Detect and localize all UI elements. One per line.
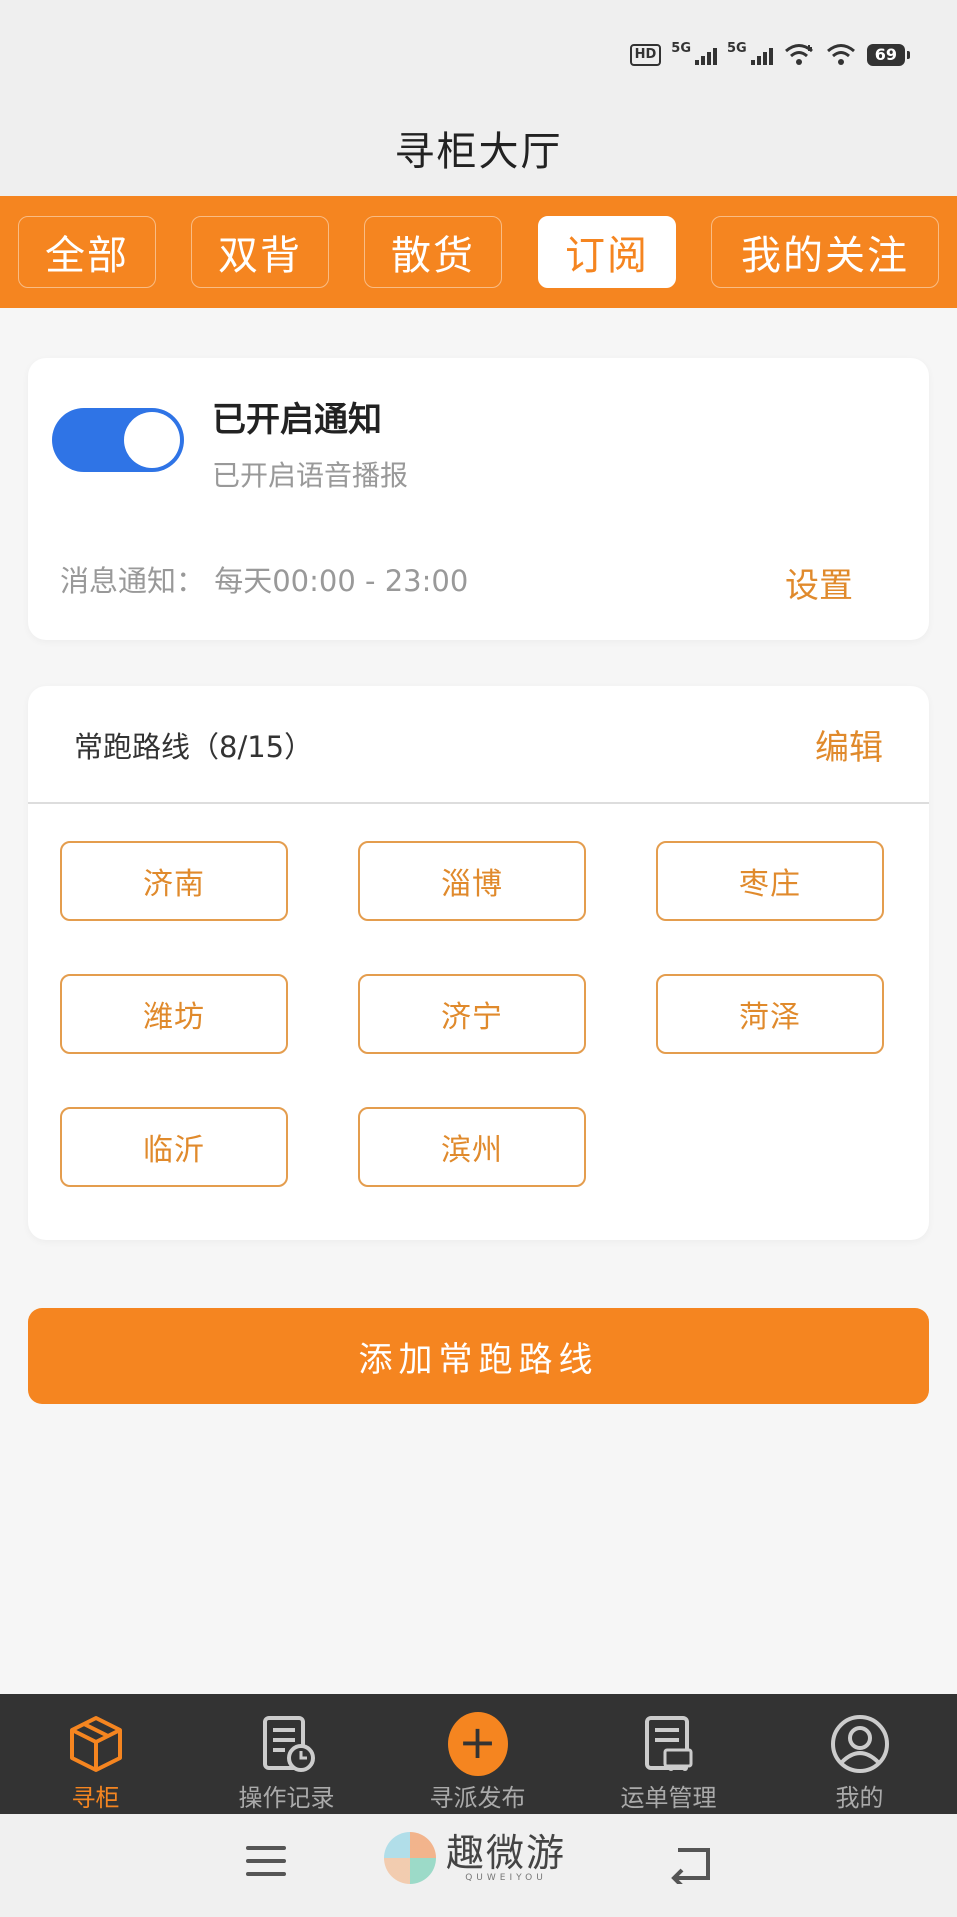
status-bar: HD 5G 5G 69 bbox=[0, 0, 957, 100]
settings-button[interactable]: 设置 bbox=[785, 558, 853, 607]
notification-card: 已开启通知 已开启语音播报 消息通知： 每天00:00 - 23:00 设置 bbox=[28, 358, 929, 640]
network-type-2: 5G bbox=[727, 40, 747, 56]
signal-icon bbox=[695, 45, 718, 65]
watermark: 趣微游 QUWEIYOU bbox=[384, 1832, 566, 1884]
tab-double-back[interactable]: 双背 bbox=[191, 216, 329, 288]
nav-item-mine[interactable]: 我的 bbox=[764, 1694, 955, 1814]
system-nav-bar: 趣微游 QUWEIYOU bbox=[0, 1814, 957, 1917]
tab-bulk[interactable]: 散货 bbox=[364, 216, 502, 288]
notification-title: 已开启通知 bbox=[212, 400, 382, 440]
route-chip[interactable]: 潍坊 bbox=[60, 974, 288, 1054]
waybill-icon bbox=[639, 1714, 699, 1774]
notification-time-range: 每天00:00 - 23:00 bbox=[214, 564, 469, 598]
divider bbox=[28, 802, 929, 804]
notification-time-label: 消息通知： bbox=[60, 564, 206, 598]
route-chip[interactable]: 淄博 bbox=[358, 841, 586, 921]
menu-icon[interactable] bbox=[246, 1846, 286, 1878]
notification-time: 消息通知： 每天00:00 - 23:00 bbox=[60, 558, 468, 600]
plus-icon: + bbox=[447, 1712, 508, 1776]
nav-item-find-container[interactable]: 寻柜 bbox=[0, 1694, 191, 1814]
nav-label: 运单管理 bbox=[620, 1784, 717, 1812]
routes-card: 常跑路线（8/15） 编辑 济南 淄博 枣庄 潍坊 济宁 菏泽 临沂 滨州 bbox=[28, 686, 929, 1240]
route-chip[interactable]: 济宁 bbox=[358, 974, 586, 1054]
network-type-1: 5G bbox=[671, 40, 692, 56]
signal-icon-2 bbox=[750, 45, 773, 65]
nav-label: 操作记录 bbox=[238, 1784, 335, 1812]
nav-item-publish[interactable]: + 寻派发布 bbox=[382, 1694, 573, 1814]
nav-label: 我的 bbox=[835, 1784, 884, 1812]
watermark-logo-icon bbox=[384, 1832, 436, 1884]
wifi-icon bbox=[826, 44, 855, 65]
bottom-nav: 寻柜 操作记录 + 寻派发布 运单管理 我的 bbox=[0, 1694, 957, 1814]
watermark-text: 趣微游 bbox=[446, 1831, 567, 1875]
box-icon bbox=[66, 1714, 126, 1774]
edit-routes-button[interactable]: 编辑 bbox=[815, 720, 883, 769]
add-route-button[interactable]: 添加常跑路线 bbox=[28, 1308, 929, 1404]
tab-subscribe[interactable]: 订阅 bbox=[538, 216, 676, 288]
filter-tabs: 全部 双背 散货 订阅 我的关注 bbox=[0, 196, 957, 308]
route-chip[interactable]: 临沂 bbox=[60, 1107, 288, 1187]
hd-badge: HD bbox=[629, 44, 662, 66]
nav-item-waybill[interactable]: 运单管理 bbox=[573, 1694, 764, 1814]
page-title: 寻柜大厅 bbox=[394, 129, 563, 175]
routes-header: 常跑路线（8/15） bbox=[74, 730, 314, 764]
route-chip[interactable]: 滨州 bbox=[358, 1107, 586, 1187]
nav-item-records[interactable]: 操作记录 bbox=[191, 1694, 382, 1814]
wifi-hotspot-icon bbox=[784, 44, 813, 65]
tab-my-follow[interactable]: 我的关注 bbox=[711, 216, 939, 288]
back-icon[interactable] bbox=[668, 1844, 714, 1888]
record-icon bbox=[257, 1714, 317, 1774]
title-bar: 寻柜大厅 bbox=[0, 100, 957, 196]
route-chip[interactable]: 菏泽 bbox=[656, 974, 884, 1054]
battery-icon: 69 bbox=[866, 44, 911, 66]
notification-toggle[interactable] bbox=[52, 408, 184, 472]
user-icon bbox=[830, 1714, 890, 1774]
route-chip[interactable]: 济南 bbox=[60, 841, 288, 921]
notification-subtitle: 已开启语音播报 bbox=[212, 459, 409, 492]
toggle-knob bbox=[124, 412, 180, 468]
status-icons: HD 5G 5G 69 bbox=[629, 40, 911, 70]
route-chip[interactable]: 枣庄 bbox=[656, 841, 884, 921]
tab-all[interactable]: 全部 bbox=[18, 216, 156, 288]
nav-label: 寻柜 bbox=[71, 1784, 120, 1812]
nav-label: 寻派发布 bbox=[429, 1784, 526, 1812]
